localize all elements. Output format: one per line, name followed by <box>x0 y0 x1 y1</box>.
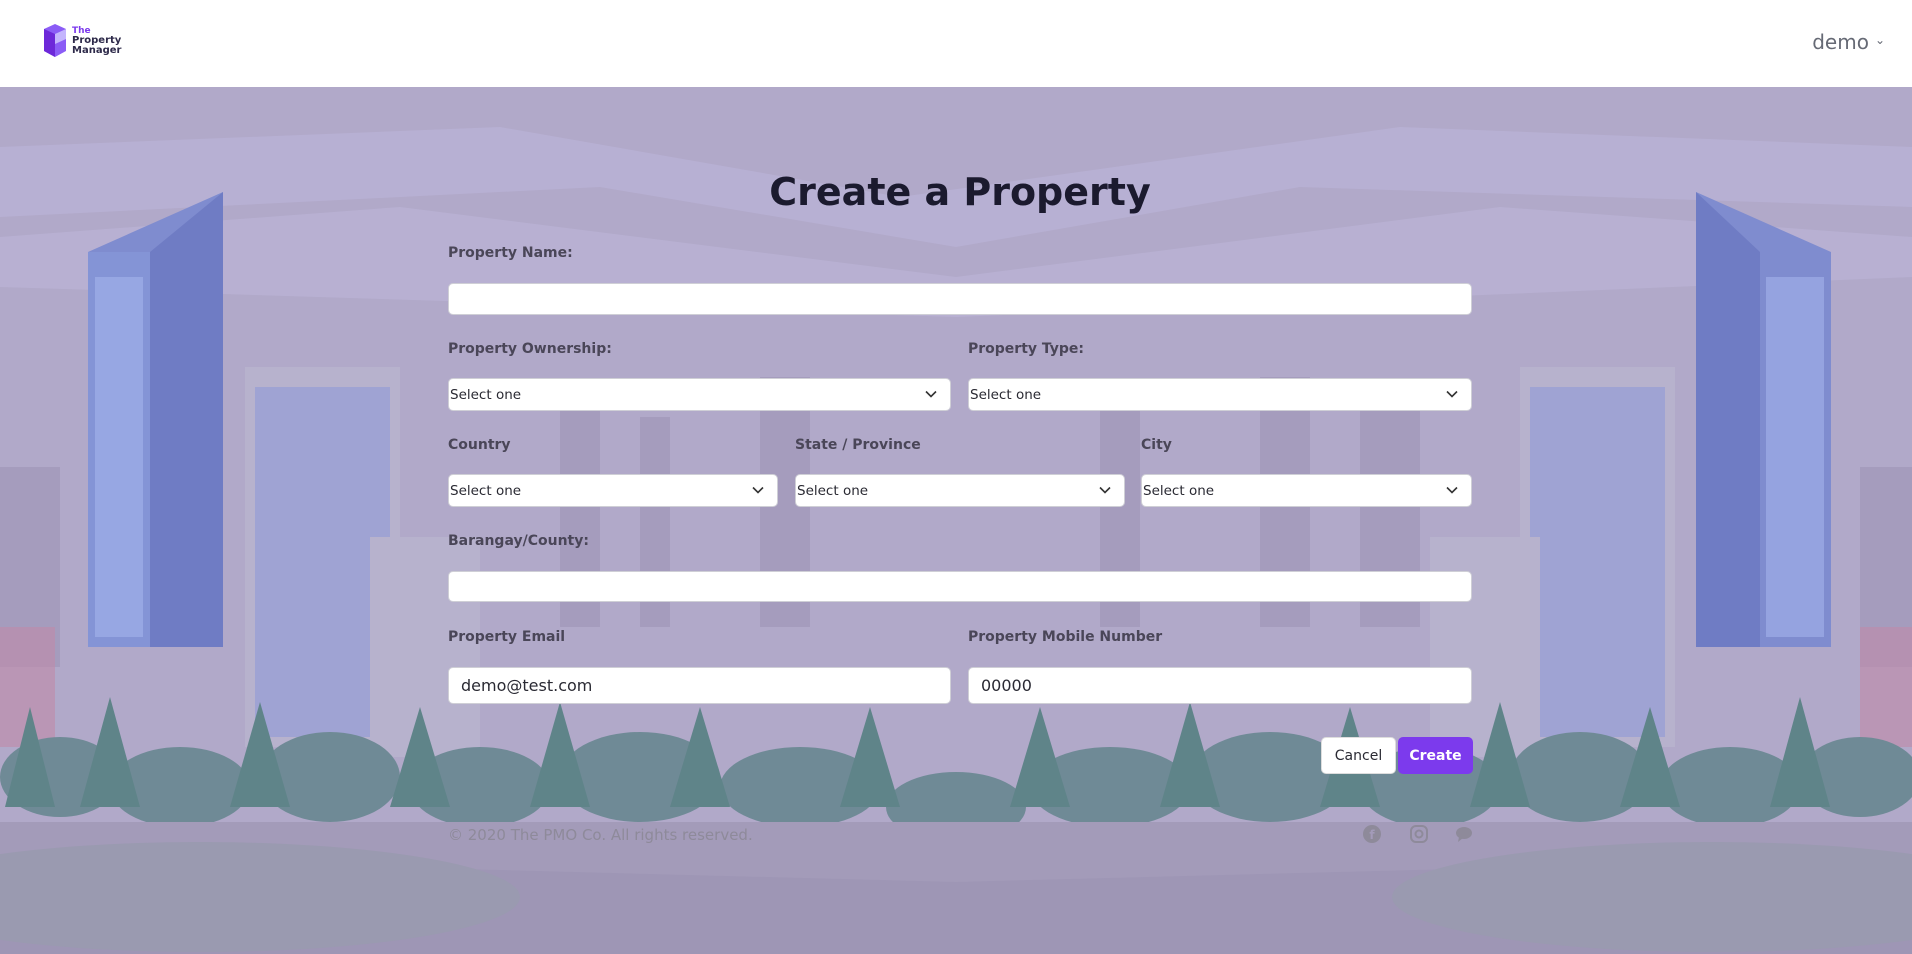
country-label: Country <box>448 437 511 453</box>
ownership-label: Property Ownership: <box>448 341 612 357</box>
svg-text:f: f <box>1369 828 1375 842</box>
chevron-down-icon <box>925 390 937 398</box>
chevron-down-icon <box>1446 486 1458 494</box>
property-type-value: Select one <box>970 386 1042 403</box>
ownership-select[interactable]: Select one <box>448 378 951 411</box>
country-value: Select one <box>450 482 522 499</box>
chevron-down-icon <box>1099 486 1111 494</box>
instagram-icon[interactable] <box>1409 824 1429 844</box>
property-type-select[interactable]: Select one <box>968 378 1472 411</box>
property-name-label: Property Name: <box>448 245 573 261</box>
chevron-down-icon: ⌄ <box>1874 33 1885 47</box>
ownership-value: Select one <box>450 386 522 403</box>
cancel-button[interactable]: Cancel <box>1321 737 1396 774</box>
user-menu[interactable]: demo ⌄ <box>1812 30 1885 54</box>
page-title: Create a Property <box>769 170 1151 214</box>
chevron-down-icon <box>752 486 764 494</box>
mobile-label: Property Mobile Number <box>968 629 1163 645</box>
city-value: Select one <box>1143 482 1215 499</box>
chat-icon[interactable] <box>1454 824 1474 844</box>
city-label: City <box>1141 437 1172 453</box>
country-select[interactable]: Select one <box>448 474 778 507</box>
property-name-input[interactable] <box>448 283 1472 315</box>
mobile-input[interactable]: 00000 <box>968 667 1472 704</box>
logo-cube-icon <box>44 24 66 57</box>
state-value: Select one <box>797 482 869 499</box>
top-header: The Property Manager demo ⌄ <box>0 0 1912 87</box>
city-select[interactable]: Select one <box>1141 474 1472 507</box>
user-name: demo <box>1812 30 1869 54</box>
property-type-label: Property Type: <box>968 341 1085 357</box>
state-select[interactable]: Select one <box>795 474 1125 507</box>
logo-text: The Property Manager <box>72 26 121 56</box>
facebook-icon[interactable]: f <box>1362 824 1382 844</box>
email-label: Property Email <box>448 629 566 645</box>
app-logo[interactable]: The Property Manager <box>41 23 121 59</box>
city-background <box>0 87 1912 954</box>
chevron-down-icon <box>1446 390 1458 398</box>
state-label: State / Province <box>795 437 921 453</box>
create-button[interactable]: Create <box>1398 737 1473 774</box>
email-input[interactable]: demo@test.com <box>448 667 951 704</box>
barangay-label: Barangay/County: <box>448 533 589 549</box>
footer-copyright: © 2020 The PMO Co. All rights reserved. <box>448 826 753 844</box>
logo-line-3: Manager <box>72 45 122 56</box>
barangay-input[interactable] <box>448 571 1472 602</box>
